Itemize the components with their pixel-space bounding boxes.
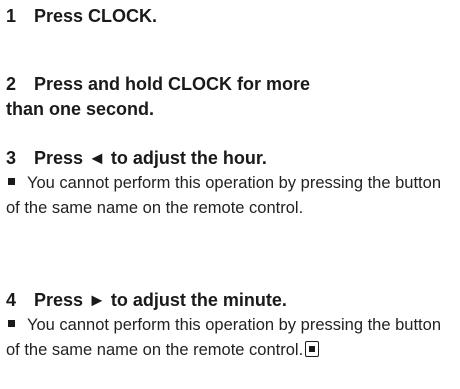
- step-1: 1 Press CLOCK.: [6, 4, 456, 29]
- step-number: 4: [6, 290, 17, 310]
- step-heading: 2 Press and hold CLOCK for more than one …: [6, 72, 336, 122]
- step-note: You cannot perform this operation by pre…: [6, 171, 456, 221]
- step-number: 3: [6, 148, 17, 168]
- square-bullet-icon: [8, 178, 15, 185]
- step-heading: 4 Press ► to adjust the minute.: [6, 288, 456, 313]
- step-number: 1: [6, 6, 17, 26]
- note-text: You cannot perform this operation by pre…: [6, 174, 441, 217]
- step-note: You cannot perform this operation by pre…: [6, 313, 456, 363]
- step-2: 2 Press and hold CLOCK for more than one …: [6, 72, 336, 122]
- square-bullet-icon: [8, 320, 15, 327]
- note-text: You cannot perform this operation by pre…: [6, 316, 441, 359]
- step-heading: 1 Press CLOCK.: [6, 4, 456, 29]
- step-number: 2: [6, 74, 17, 94]
- step-text: Press and hold CLOCK for more than one s…: [6, 74, 311, 119]
- step-text: Press ◄ to adjust the hour.: [34, 148, 267, 168]
- step-text: Press CLOCK.: [34, 6, 158, 26]
- step-3: 3 Press ◄ to adjust the hour. You cannot …: [6, 146, 456, 221]
- step-4: 4 Press ► to adjust the minute. You canno…: [6, 288, 456, 363]
- step-heading: 3 Press ◄ to adjust the hour.: [6, 146, 456, 171]
- end-of-section-icon: [305, 341, 320, 357]
- step-text: Press ► to adjust the minute.: [34, 290, 287, 310]
